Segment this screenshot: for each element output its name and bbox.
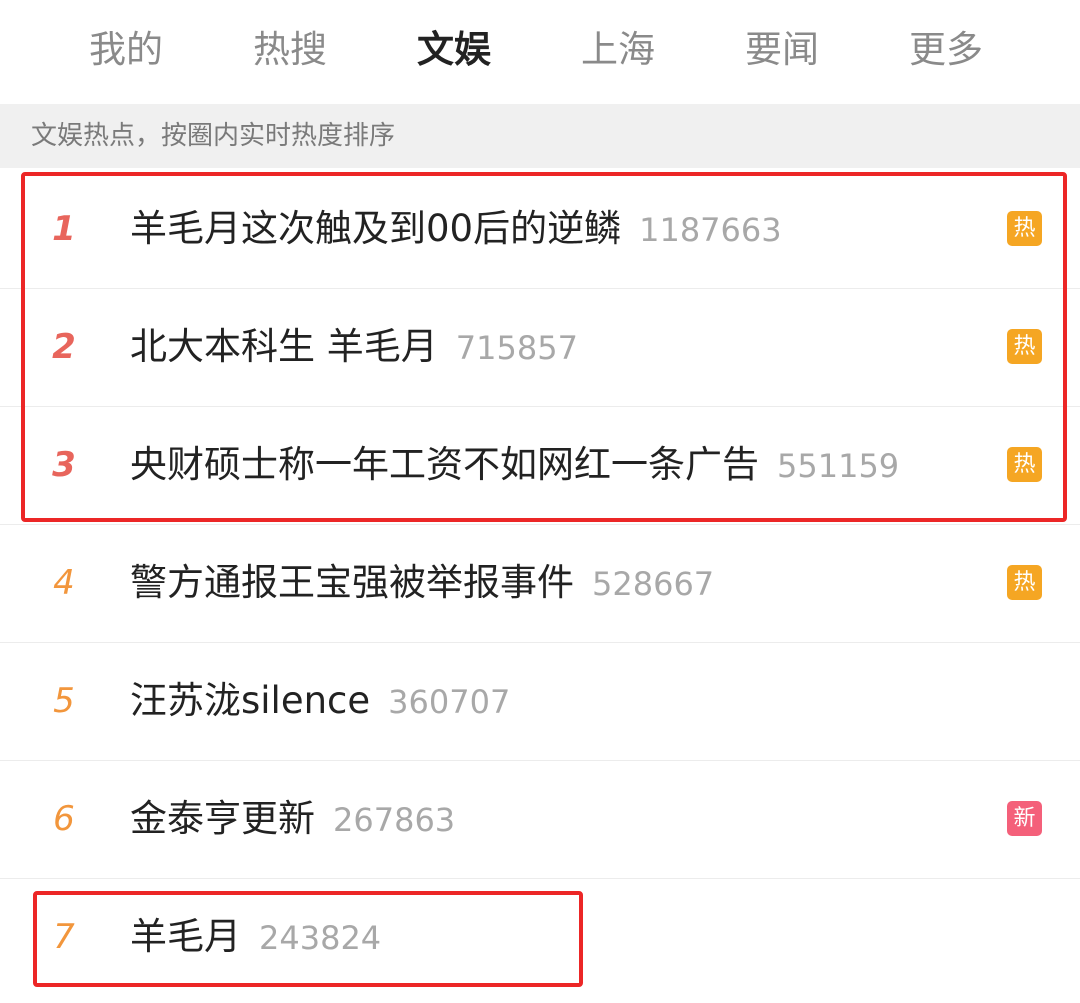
rank-number: 1 — [52, 209, 76, 249]
heat-count: 267863 — [333, 801, 456, 839]
hot-badge: 热 — [1007, 565, 1042, 600]
rank-number: 3 — [52, 445, 76, 485]
rank-number: 5 — [53, 681, 75, 721]
hot-badge: 热 — [1007, 447, 1042, 482]
trending-item-3[interactable]: 3 央财硕士称一年工资不如网红一条广告 551159 热 — [0, 406, 1080, 525]
hot-badge: 热 — [1007, 211, 1042, 246]
trending-title-text: 汪苏泷silence — [130, 679, 371, 722]
tab-mine[interactable]: 我的 — [66, 24, 186, 76]
trending-title-text: 警方通报王宝强被举报事件 — [130, 561, 574, 604]
trending-item-6[interactable]: 6 金泰亨更新 267863 新 — [0, 760, 1080, 879]
new-badge: 新 — [1007, 801, 1042, 836]
heat-count: 528667 — [592, 565, 715, 603]
trending-title: 警方通报王宝强被举报事件 528667 — [130, 524, 714, 642]
trending-title: 羊毛月 243824 — [130, 878, 381, 996]
tab-more[interactable]: 更多 — [886, 24, 1006, 76]
trending-item-1[interactable]: 1 羊毛月这次触及到00后的逆鳞 1187663 热 — [0, 170, 1080, 289]
trending-item-7[interactable]: 7 羊毛月 243824 — [0, 878, 1080, 996]
rank-number: 2 — [52, 327, 76, 367]
trending-title-text: 央财硕士称一年工资不如网红一条广告 — [130, 443, 759, 486]
trending-title-text: 北大本科生 羊毛月 — [130, 325, 438, 368]
trending-title: 央财硕士称一年工资不如网红一条广告 551159 — [130, 406, 899, 524]
tab-entertainment-label: 文娱 — [417, 28, 491, 71]
rank-number: 7 — [53, 917, 75, 957]
trending-title: 羊毛月这次触及到00后的逆鳞 1187663 — [130, 170, 782, 288]
rank-number: 6 — [53, 799, 75, 839]
heat-count: 715857 — [455, 329, 578, 367]
tab-bar: 我的 热搜 文娱 上海 要闻 更多 — [0, 0, 1080, 119]
tab-shanghai[interactable]: 上海 — [558, 24, 678, 76]
trending-title-text: 羊毛月这次触及到00后的逆鳞 — [130, 207, 622, 250]
tab-entertainment[interactable]: 文娱 — [394, 24, 514, 119]
trending-title: 汪苏泷silence 360707 — [130, 642, 510, 760]
tab-hot-search[interactable]: 热搜 — [230, 24, 350, 76]
trending-item-2[interactable]: 2 北大本科生 羊毛月 715857 热 — [0, 288, 1080, 407]
trending-title: 金泰亨更新 267863 — [130, 760, 455, 878]
heat-count: 360707 — [388, 683, 511, 721]
tab-news[interactable]: 要闻 — [722, 24, 842, 76]
section-description-text: 文娱热点，按圈内实时热度排序 — [31, 121, 396, 151]
section-description: 文娱热点，按圈内实时热度排序 — [0, 104, 1080, 168]
trending-title: 北大本科生 羊毛月 715857 — [130, 288, 578, 406]
rank-number: 4 — [53, 563, 75, 603]
trending-title-text: 羊毛月 — [130, 915, 241, 958]
hot-badge: 热 — [1007, 329, 1042, 364]
heat-count: 1187663 — [639, 211, 782, 249]
heat-count: 551159 — [777, 447, 900, 485]
trending-item-5[interactable]: 5 汪苏泷silence 360707 — [0, 642, 1080, 761]
trending-item-4[interactable]: 4 警方通报王宝强被举报事件 528667 热 — [0, 524, 1080, 643]
trending-title-text: 金泰亨更新 — [130, 797, 315, 840]
heat-count: 243824 — [259, 919, 382, 957]
